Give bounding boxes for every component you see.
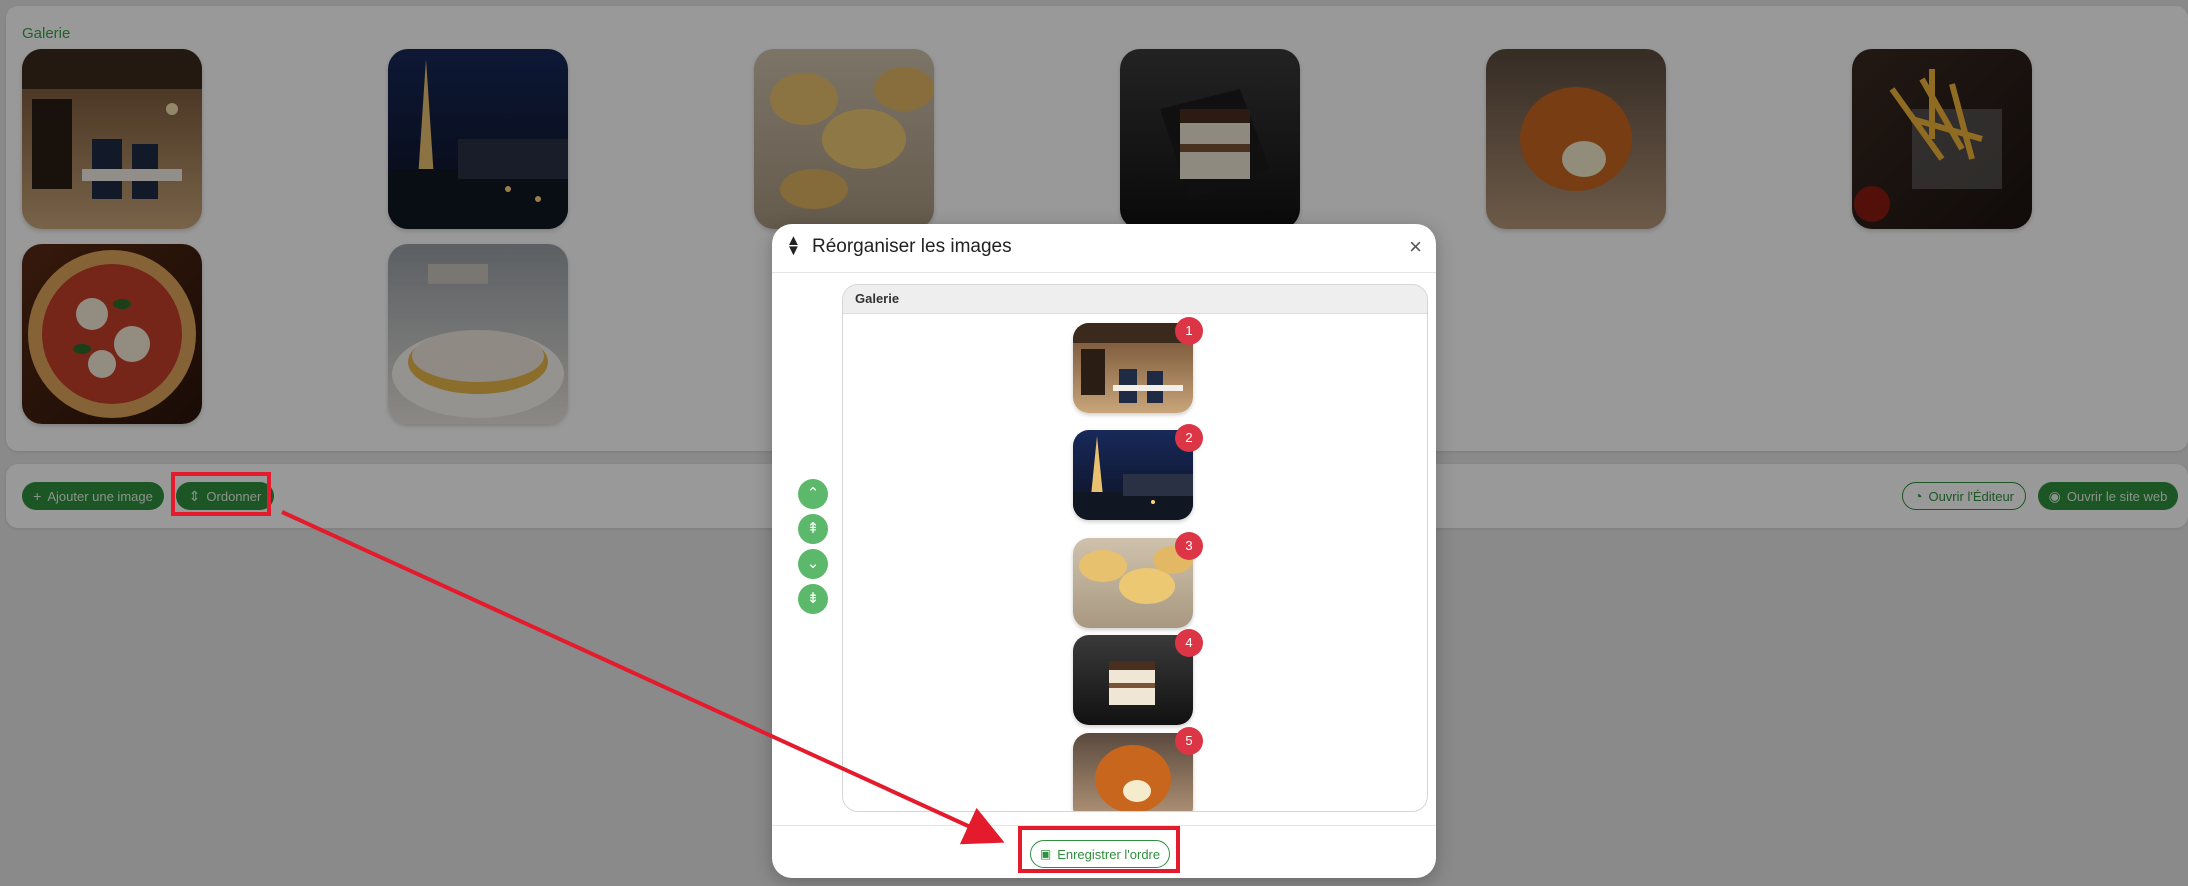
annotation-arrow xyxy=(281,510,1005,845)
